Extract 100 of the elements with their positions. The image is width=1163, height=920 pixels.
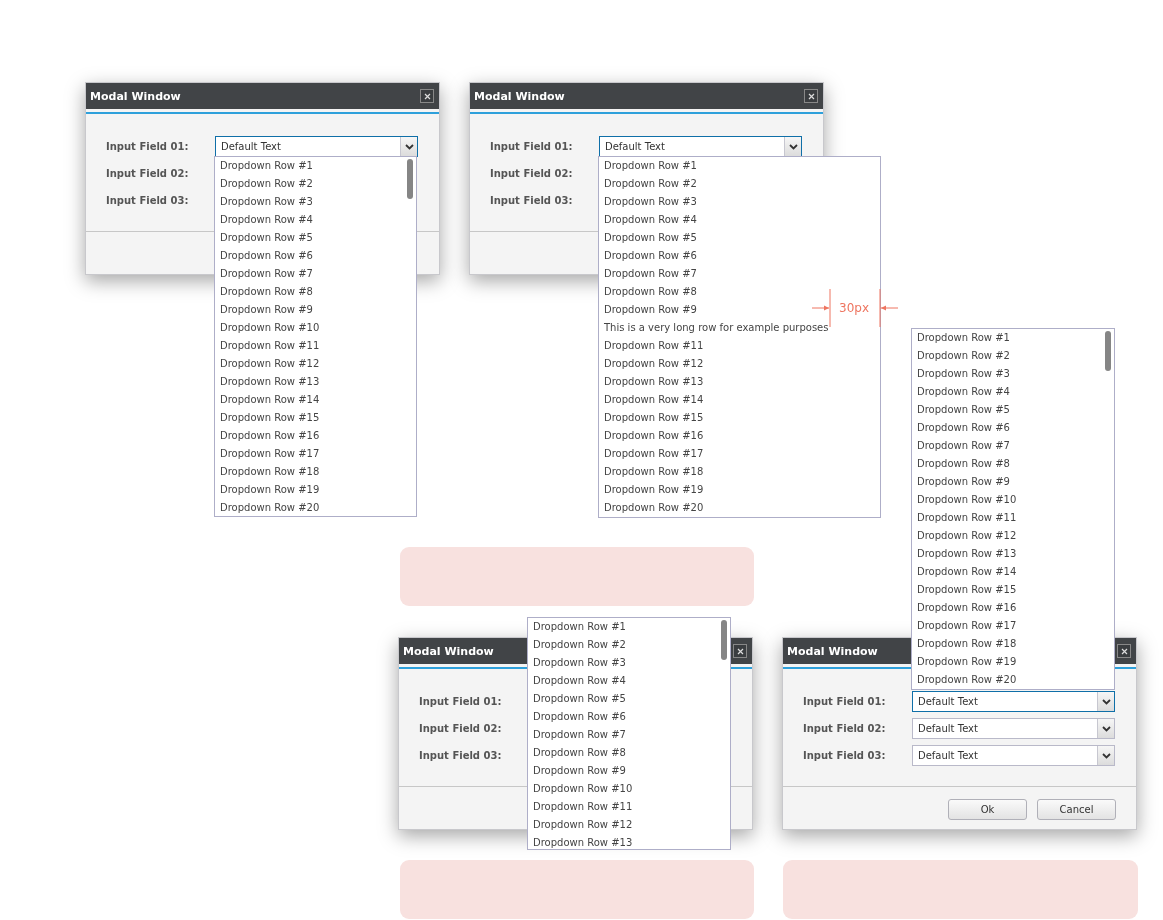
close-button[interactable] — [733, 644, 747, 658]
dropdown-row[interactable]: Dropdown Row #5 — [215, 229, 313, 247]
field-label: Input Field 02: — [106, 168, 190, 179]
dropdown-row[interactable]: Dropdown Row #12 — [215, 355, 320, 373]
field-label: Input Field 03: — [419, 750, 503, 761]
dropdown-row[interactable]: Dropdown Row #4 — [912, 383, 1010, 401]
dropdown-row[interactable]: Dropdown Row #13 — [528, 834, 633, 849]
dropdown-field[interactable]: Default Text — [912, 718, 1115, 739]
dropdown-row[interactable]: Dropdown Row #4 — [215, 211, 313, 229]
window-title: Modal Window — [90, 89, 181, 103]
close-icon — [423, 92, 431, 100]
window-title: Modal Window — [403, 644, 494, 658]
dropdown-row[interactable]: Dropdown Row #2 — [599, 175, 697, 193]
dropdown-row[interactable]: Dropdown Row #9 — [599, 301, 697, 319]
dropdown-row[interactable]: Dropdown Row #6 — [215, 247, 313, 265]
scrollbar-thumb[interactable] — [407, 159, 413, 199]
dropdown-row[interactable]: Dropdown Row #20 — [215, 499, 320, 516]
caret-icon — [1101, 698, 1111, 705]
close-icon — [736, 647, 744, 655]
dropdown-row[interactable]: Dropdown Row #13 — [912, 545, 1017, 563]
dropdown-row[interactable]: Dropdown Row #9 — [215, 301, 313, 319]
dropdown-row[interactable]: Dropdown Row #11 — [215, 337, 320, 355]
dropdown-row[interactable]: Dropdown Row #17 — [215, 445, 320, 463]
scrollbar-thumb[interactable] — [721, 620, 727, 660]
close-button[interactable] — [1117, 644, 1131, 658]
dropdown-field[interactable]: Default Text — [912, 691, 1115, 712]
dropdown-row[interactable]: Dropdown Row #12 — [912, 527, 1017, 545]
dropdown-row[interactable]: Dropdown Row #3 — [912, 365, 1010, 383]
dropdown-row[interactable]: Dropdown Row #1 — [215, 157, 313, 175]
field-label: Input Field 03: — [490, 195, 574, 206]
dropdown-row[interactable]: Dropdown Row #16 — [215, 427, 320, 445]
dropdown-row[interactable]: Dropdown Row #18 — [599, 463, 704, 481]
dropdown-row[interactable]: Dropdown Row #15 — [912, 581, 1017, 599]
dropdown-row[interactable]: Dropdown Row #20 — [599, 499, 704, 517]
dropdown-row[interactable]: Dropdown Row #17 — [912, 617, 1017, 635]
dropdown-row[interactable]: Dropdown Row #7 — [215, 265, 313, 283]
dropdown-row[interactable]: Dropdown Row #12 — [528, 816, 633, 834]
dropdown-row[interactable]: Dropdown Row #14 — [599, 391, 704, 409]
dropdown-row[interactable]: Dropdown Row #15 — [599, 409, 704, 427]
dropdown-row[interactable]: Dropdown Row #9 — [528, 762, 626, 780]
scrollbar-thumb[interactable] — [1105, 331, 1111, 371]
close-icon — [807, 92, 815, 100]
dropdown-row[interactable]: Dropdown Row #1 — [912, 329, 1010, 347]
dropdown-row[interactable]: Dropdown Row #8 — [912, 455, 1010, 473]
dropdown-row[interactable]: Dropdown Row #14 — [215, 391, 320, 409]
dropdown-row[interactable]: Dropdown Row #2 — [215, 175, 313, 193]
dropdown-row[interactable]: Dropdown Row #5 — [599, 229, 697, 247]
dropdown-row[interactable]: Dropdown Row #7 — [912, 437, 1010, 455]
dropdown-row[interactable]: Dropdown Row #2 — [912, 347, 1010, 365]
caret-icon — [788, 143, 798, 150]
close-button[interactable] — [804, 89, 818, 103]
dropdown-field[interactable]: Default Text — [599, 136, 802, 157]
dropdown-row[interactable]: Dropdown Row #19 — [215, 481, 320, 499]
dropdown-row[interactable]: Dropdown Row #19 — [599, 481, 704, 499]
dropdown-row[interactable]: Dropdown Row #3 — [215, 193, 313, 211]
dropdown-row[interactable]: Dropdown Row #9 — [912, 473, 1010, 491]
dropdown-field[interactable]: Default Text — [215, 136, 418, 157]
close-button[interactable] — [420, 89, 434, 103]
dropdown-row[interactable]: Dropdown Row #3 — [599, 193, 697, 211]
dropdown-row[interactable]: Dropdown Row #12 — [599, 355, 704, 373]
dropdown-row[interactable]: Dropdown Row #16 — [912, 599, 1017, 617]
dropdown-row[interactable]: Dropdown Row #8 — [528, 744, 626, 762]
dropdown-row[interactable]: Dropdown Row #18 — [215, 463, 320, 481]
dropdown-row[interactable]: Dropdown Row #18 — [912, 635, 1017, 653]
dropdown-row[interactable]: Dropdown Row #1 — [599, 157, 697, 175]
dropdown-row[interactable]: Dropdown Row #17 — [599, 445, 704, 463]
dropdown-row[interactable]: Dropdown Row #4 — [528, 672, 626, 690]
dialog-button[interactable]: Ok — [948, 799, 1027, 820]
field-label: Input Field 01: — [419, 696, 503, 707]
dropdown-row[interactable]: Dropdown Row #19 — [912, 653, 1017, 671]
dropdown-row[interactable]: Dropdown Row #11 — [912, 509, 1017, 527]
dropdown-row[interactable]: This is a very long row for example purposes — [599, 319, 829, 337]
dropdown-row[interactable]: Dropdown Row #11 — [528, 798, 633, 816]
dropdown-row[interactable]: Dropdown Row #2 — [528, 636, 626, 654]
dropdown-row[interactable]: Dropdown Row #16 — [599, 427, 704, 445]
dropdown-row[interactable]: Dropdown Row #7 — [528, 726, 626, 744]
dropdown-row[interactable]: Dropdown Row #10 — [528, 780, 633, 798]
dropdown-row[interactable]: Dropdown Row #20 — [912, 671, 1017, 689]
dropdown-row[interactable]: Dropdown Row #10 — [215, 319, 320, 337]
dropdown-row[interactable]: Dropdown Row #10 — [912, 491, 1017, 509]
dropdown-row[interactable]: Dropdown Row #6 — [528, 708, 626, 726]
dropdown-row[interactable]: Dropdown Row #11 — [599, 337, 704, 355]
dropdown-row[interactable]: Dropdown Row #13 — [215, 373, 320, 391]
dropdown-row[interactable]: Dropdown Row #5 — [912, 401, 1010, 419]
field-label: Input Field 02: — [803, 723, 887, 734]
dropdown-row[interactable]: Dropdown Row #6 — [599, 247, 697, 265]
dialog-button[interactable]: Cancel — [1037, 799, 1116, 820]
dropdown-row[interactable]: Dropdown Row #8 — [599, 283, 697, 301]
dropdown-row[interactable]: Dropdown Row #3 — [528, 654, 626, 672]
dropdown-row[interactable]: Dropdown Row #13 — [599, 373, 704, 391]
dropdown-row[interactable]: Dropdown Row #1 — [528, 618, 626, 636]
dropdown-row[interactable]: Dropdown Row #6 — [912, 419, 1010, 437]
caret-icon — [1101, 725, 1111, 732]
dropdown-row[interactable]: Dropdown Row #4 — [599, 211, 697, 229]
dropdown-field[interactable]: Default Text — [912, 745, 1115, 766]
dropdown-row[interactable]: Dropdown Row #8 — [215, 283, 313, 301]
dropdown-row[interactable]: Dropdown Row #14 — [912, 563, 1017, 581]
dropdown-row[interactable]: Dropdown Row #15 — [215, 409, 320, 427]
dropdown-row[interactable]: Dropdown Row #5 — [528, 690, 626, 708]
dropdown-row[interactable]: Dropdown Row #7 — [599, 265, 697, 283]
